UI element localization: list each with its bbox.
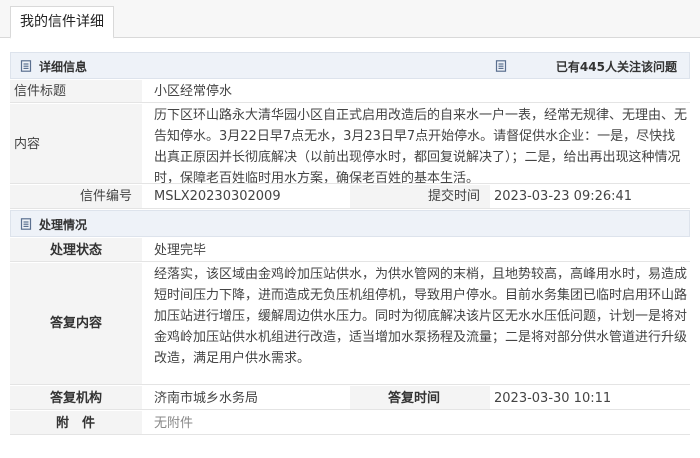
letter-title-row: 信件标题 小区经常停水 [10,80,690,103]
attachment-value: 无附件 [154,416,194,431]
letter-content-row: 内容 历下区环山路永大清华园小区自正式启用改造后的自来水一户一表，经常无规律、无… [10,104,690,184]
letter-content-value: 历下区环山路永大清华园小区自正式启用改造后的自来水一户一表，经常无规律、无理由、… [154,108,688,183]
process-status-value: 处理完毕 [154,243,207,258]
detail-section-header: 详细信息 已有445人关注该问题 [10,52,690,79]
letter-title-label: 信件标题 [14,84,67,99]
reply-content-row: 答复内容 经落实，该区域由金鸡岭加压站供水，为供水管网的末梢，且地势较高，高峰用… [10,263,690,385]
tab-bar: 我的信件详细 [0,0,700,39]
letter-number-row: 信件编号 MSLX20230302009 提交时间 2023-03-23 09:… [10,185,690,209]
document-icon [20,60,32,72]
submit-time-value: 2023-03-23 09:26:41 [494,189,633,204]
reply-org-value: 济南市城乡水务局 [154,391,259,406]
follow-count-text: 已有445人关注该问题 [555,60,677,74]
process-status-row: 处理状态 处理完毕 [10,238,690,262]
letter-title-value: 小区经常停水 [154,84,233,99]
follow-count: 445 [579,60,605,74]
letter-number-value: MSLX20230302009 [154,189,281,204]
letter-number-label: 信件编号 [80,189,133,204]
attachment-row: 附 件 无附件 [10,411,690,435]
people-icon [495,60,507,72]
detail-section-title: 详细信息 [39,60,88,74]
process-status-label: 处理状态 [50,243,103,258]
reply-org-label: 答复机构 [50,391,103,406]
reply-time-value: 2023-03-30 10:11 [494,391,612,406]
process-section-header: 处理情况 [10,210,690,237]
reply-org-row: 答复机构 济南市城乡水务局 答复时间 2023-03-30 10:11 [10,386,690,410]
reply-content-value: 经落实，该区域由金鸡岭加压站供水，为供水管网的末梢，且地势较高，高峰用水时，易造… [154,267,688,366]
tab-letter-detail[interactable]: 我的信件详细 [10,6,114,39]
document-icon [20,218,32,230]
reply-time-label: 答复时间 [388,391,441,406]
attachment-label: 附 件 [56,416,96,431]
process-section-title: 处理情况 [39,218,88,232]
submit-time-label: 提交时间 [428,189,481,204]
